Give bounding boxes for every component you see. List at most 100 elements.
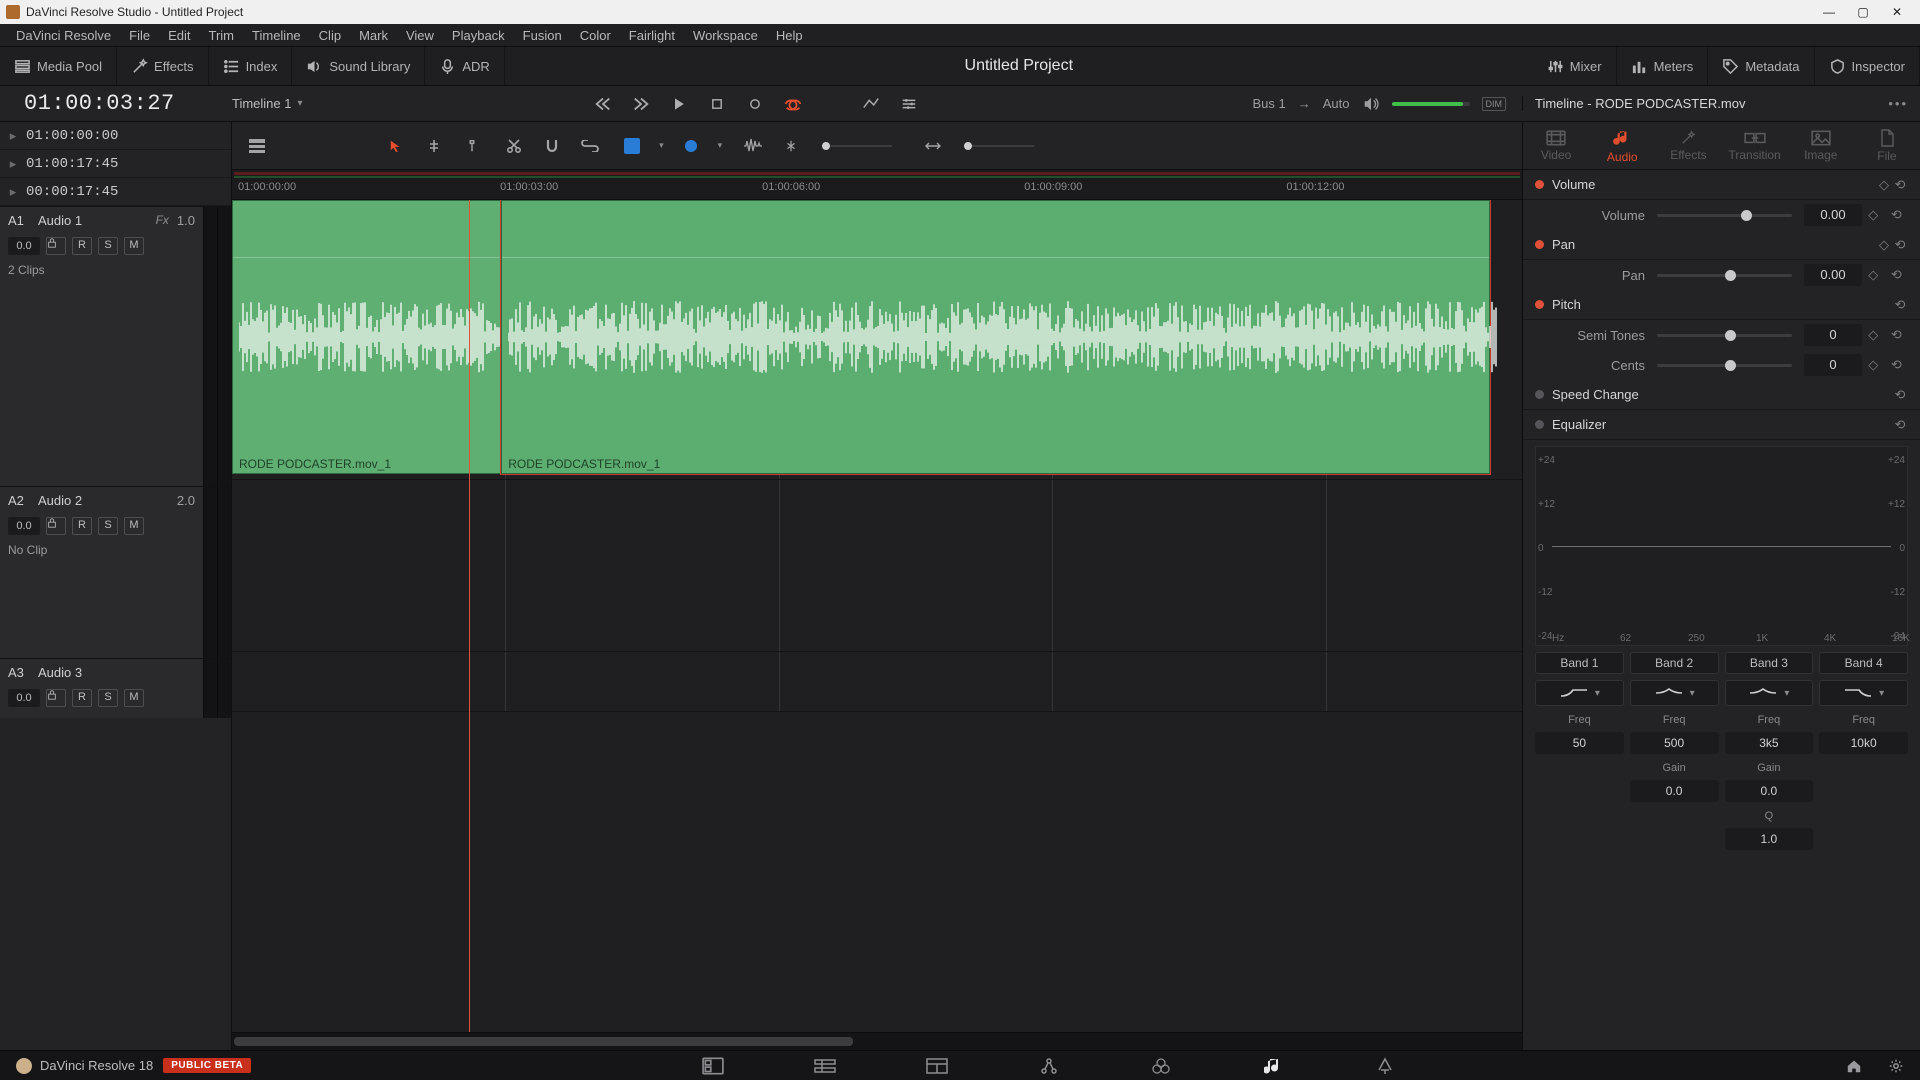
tracks-area[interactable]: RODE PODCASTER.mov_1RODE PODCASTER.mov_1 xyxy=(232,200,1522,1032)
inspector-tab-transition[interactable]: Transition xyxy=(1722,122,1788,169)
reset-icon[interactable]: ⟲ xyxy=(1892,177,1908,193)
section-eq[interactable]: Equalizer⟲ xyxy=(1523,410,1920,440)
track-r-button[interactable]: R xyxy=(72,517,92,535)
band-3-q[interactable]: 1.0 xyxy=(1725,828,1814,850)
pan-slider[interactable] xyxy=(1657,274,1792,277)
close-button[interactable]: ✕ xyxy=(1880,1,1914,23)
razor-tool[interactable] xyxy=(503,135,525,157)
band-4-toggle[interactable]: Band 4 xyxy=(1819,652,1908,674)
track-m-button[interactable]: M xyxy=(124,237,144,255)
semi tones-value[interactable]: 0 xyxy=(1804,324,1862,346)
minimize-button[interactable]: — xyxy=(1812,1,1846,23)
track-lane-a1[interactable]: RODE PODCASTER.mov_1RODE PODCASTER.mov_1 xyxy=(232,200,1522,480)
track-s-button[interactable]: S xyxy=(98,517,118,535)
menu-timeline[interactable]: Timeline xyxy=(244,26,309,45)
horizontal-scrollbar[interactable] xyxy=(232,1032,1522,1050)
menu-workspace[interactable]: Workspace xyxy=(685,26,766,45)
metadata-button[interactable]: Metadata xyxy=(1708,47,1814,85)
reset-icon[interactable]: ⟲ xyxy=(1891,327,1902,343)
semi tones-slider[interactable] xyxy=(1657,334,1792,337)
band-3-shape[interactable]: ▾ xyxy=(1725,680,1814,706)
page-media[interactable] xyxy=(697,1054,729,1078)
link-toggle[interactable] xyxy=(579,135,601,157)
equalizer-graph[interactable]: +24+24+12+1200-12-12-24-24Hz622501K4K16K xyxy=(1535,446,1908,646)
band-1-freq[interactable]: 50 xyxy=(1535,732,1624,754)
media-pool-button[interactable]: Media Pool xyxy=(0,47,117,85)
stop-button[interactable] xyxy=(706,93,728,115)
menu-mark[interactable]: Mark xyxy=(351,26,396,45)
menu-edit[interactable]: Edit xyxy=(160,26,198,45)
page-deliver[interactable] xyxy=(1369,1054,1401,1078)
menu-clip[interactable]: Clip xyxy=(311,26,349,45)
timecode-row-0[interactable]: ▸01:00:00:00 xyxy=(0,122,231,150)
automation-button[interactable] xyxy=(860,93,882,115)
section-pan[interactable]: Pan◇⟲ xyxy=(1523,230,1920,260)
rewind-button[interactable] xyxy=(592,93,614,115)
record-button[interactable] xyxy=(744,93,766,115)
speaker-icon[interactable] xyxy=(1362,95,1380,113)
sound-library-button[interactable]: Sound Library xyxy=(292,47,425,85)
track-lane-a3[interactable] xyxy=(232,652,1522,712)
tracks-view-icon[interactable] xyxy=(246,135,268,157)
keyframe-diamond-icon[interactable]: ◇ xyxy=(1876,237,1892,253)
zoom-slider-1[interactable] xyxy=(822,145,892,147)
automation-mode[interactable]: Auto xyxy=(1323,96,1350,111)
lock-button[interactable] xyxy=(46,689,66,707)
maximize-button[interactable]: ▢ xyxy=(1846,1,1880,23)
band-1-shape[interactable]: ▾ xyxy=(1535,680,1624,706)
marker-button[interactable] xyxy=(680,135,702,157)
section-volume[interactable]: Volume◇⟲ xyxy=(1523,170,1920,200)
page-cut[interactable] xyxy=(809,1054,841,1078)
timecode-row-1[interactable]: ▸01:00:17:45 xyxy=(0,150,231,178)
menu-fairlight[interactable]: Fairlight xyxy=(621,26,683,45)
dim-button[interactable]: DIM xyxy=(1482,97,1507,111)
inspector-tab-audio[interactable]: Audio xyxy=(1589,122,1655,169)
reset-icon[interactable]: ⟲ xyxy=(1892,387,1908,403)
track-lane-a2[interactable] xyxy=(232,480,1522,652)
pan-value[interactable]: 0.00 xyxy=(1804,264,1862,286)
transient-button[interactable] xyxy=(742,135,764,157)
band-2-gain[interactable]: 0.0 xyxy=(1630,780,1719,802)
range-tool[interactable] xyxy=(423,135,445,157)
view-options-button[interactable] xyxy=(898,93,920,115)
reset-icon[interactable]: ⟲ xyxy=(1892,237,1908,253)
reset-icon[interactable]: ⟲ xyxy=(1891,357,1902,373)
inspector-tab-video[interactable]: Video xyxy=(1523,122,1589,169)
keyframe-diamond-icon[interactable]: ◇ xyxy=(1868,327,1878,343)
flag-button[interactable] xyxy=(621,135,643,157)
fast-forward-button[interactable] xyxy=(630,93,652,115)
section-pitch[interactable]: Pitch⟲ xyxy=(1523,290,1920,320)
menu-file[interactable]: File xyxy=(121,26,158,45)
band-3-gain[interactable]: 0.0 xyxy=(1725,780,1814,802)
menu-playback[interactable]: Playback xyxy=(444,26,513,45)
track-volume-A3[interactable]: 0.0 xyxy=(8,689,40,707)
selection-tool[interactable] xyxy=(385,135,407,157)
keyframe-diamond-icon[interactable]: ◇ xyxy=(1868,207,1878,223)
inspector-button[interactable]: Inspector xyxy=(1815,47,1920,85)
timeline-ruler[interactable]: 01:00:00:0001:00:03:0001:00:06:0001:00:0… xyxy=(232,170,1522,200)
expand-icon[interactable] xyxy=(922,135,944,157)
band-3-freq[interactable]: 3k5 xyxy=(1725,732,1814,754)
clip-a1-2[interactable]: RODE PODCASTER.mov_1 xyxy=(501,200,1490,474)
band-2-freq[interactable]: 500 xyxy=(1630,732,1719,754)
chevron-down-icon[interactable]: ▾ xyxy=(718,140,723,151)
settings-button[interactable] xyxy=(1888,1058,1904,1074)
band-2-toggle[interactable]: Band 2 xyxy=(1630,652,1719,674)
band-1-toggle[interactable]: Band 1 xyxy=(1535,652,1624,674)
keyframe-diamond-icon[interactable]: ◇ xyxy=(1876,177,1892,193)
loop-button[interactable] xyxy=(782,93,804,115)
inspector-tab-file[interactable]: File xyxy=(1854,122,1920,169)
track-header-a1[interactable]: A1Audio 1Fx1.0 0.0 RSM 2 Clips xyxy=(0,206,231,486)
inspector-tab-effects[interactable]: Effects xyxy=(1655,122,1721,169)
inspector-tab-image[interactable]: Image xyxy=(1788,122,1854,169)
lock-button[interactable] xyxy=(46,237,66,255)
page-fusion[interactable] xyxy=(1033,1054,1065,1078)
track-r-button[interactable]: R xyxy=(72,689,92,707)
meters-button[interactable]: Meters xyxy=(1617,47,1709,85)
menu-trim[interactable]: Trim xyxy=(201,26,243,45)
playhead[interactable] xyxy=(469,200,470,1032)
home-button[interactable] xyxy=(1846,1058,1862,1074)
menu-help[interactable]: Help xyxy=(768,26,811,45)
timecode-display[interactable]: 01:00:03:27 xyxy=(0,91,232,116)
inspector-menu-icon[interactable]: ••• xyxy=(1888,96,1908,111)
